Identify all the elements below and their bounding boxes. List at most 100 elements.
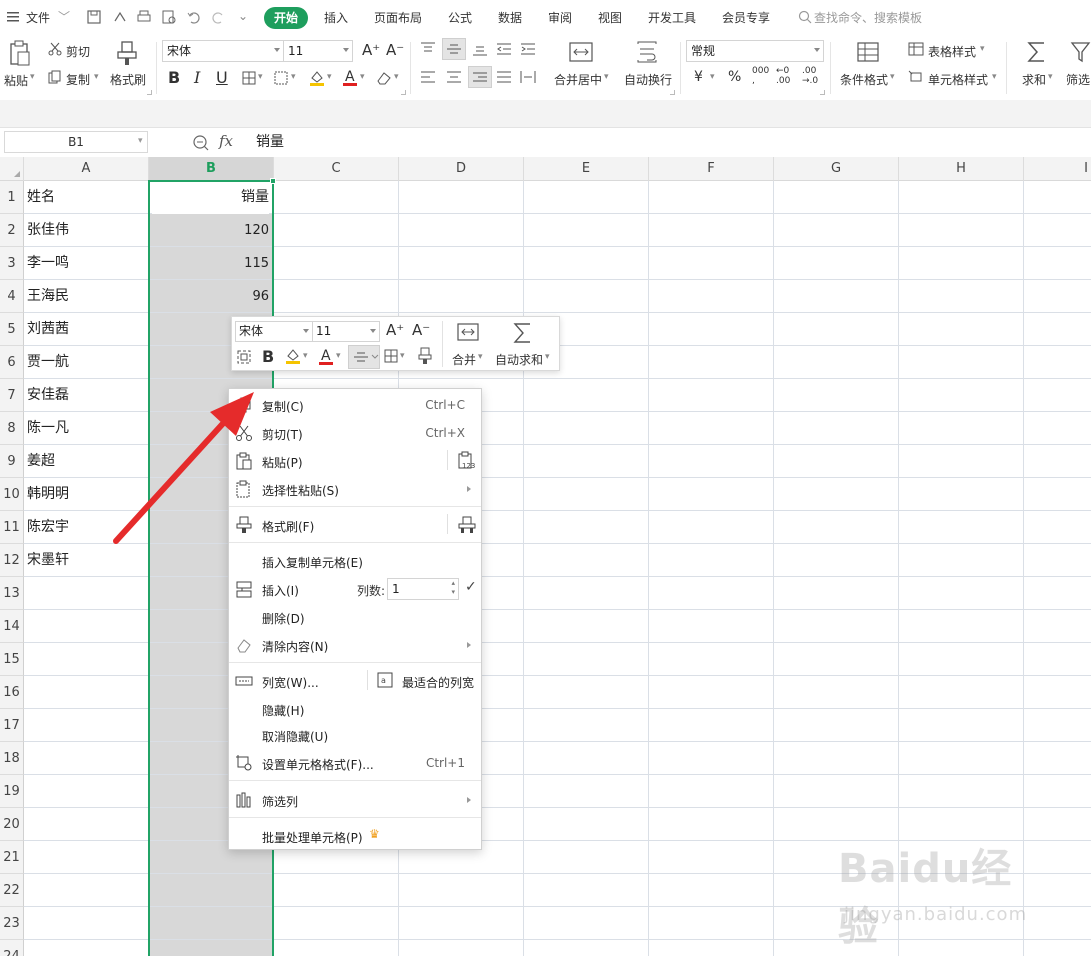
row-header[interactable]: 20 bbox=[0, 808, 24, 841]
merge-center-icon[interactable] bbox=[568, 40, 594, 64]
cell-a8[interactable]: 陈一凡 bbox=[27, 412, 69, 445]
row-header[interactable]: 3 bbox=[0, 247, 24, 280]
row-header[interactable]: 22 bbox=[0, 874, 24, 907]
paste-button[interactable]: 粘贴 bbox=[4, 72, 28, 89]
merge-dropdown-icon[interactable]: ▾ bbox=[604, 72, 609, 82]
align-left-icon[interactable] bbox=[420, 70, 436, 84]
mini-font-color-icon[interactable]: A bbox=[318, 347, 334, 367]
clear-dropdown-icon[interactable]: ▾ bbox=[394, 72, 399, 82]
mini-sum-icon[interactable] bbox=[512, 321, 534, 345]
tab-member[interactable]: 会员专享 bbox=[722, 9, 770, 26]
underline-icon[interactable]: U bbox=[216, 68, 228, 87]
bold-icon[interactable]: B bbox=[168, 68, 180, 87]
zoom-icon[interactable] bbox=[192, 134, 210, 152]
merge-center-button[interactable]: 合并居中 bbox=[554, 71, 602, 88]
percent-icon[interactable]: % bbox=[728, 69, 741, 85]
column-count-input[interactable]: 1 ▴ ▾ bbox=[387, 578, 459, 600]
row-header[interactable]: 13 bbox=[0, 577, 24, 610]
cell-a1[interactable]: 姓名 bbox=[27, 181, 55, 214]
share-icon[interactable] bbox=[112, 9, 128, 25]
decrease-font-icon[interactable]: A⁻ bbox=[386, 41, 404, 59]
column-header-i[interactable]: I bbox=[1024, 157, 1091, 181]
tab-home[interactable]: 开始 bbox=[264, 7, 308, 29]
menu-item-cut[interactable]: 剪切(T) Ctrl+X bbox=[229, 419, 481, 447]
font-color-dropdown-icon[interactable]: ▾ bbox=[360, 72, 365, 82]
eraser-icon[interactable] bbox=[376, 70, 392, 86]
menu-item-clear[interactable]: 清除内容(N) bbox=[229, 631, 481, 659]
row-header[interactable]: 16 bbox=[0, 676, 24, 709]
decrease-indent-icon[interactable] bbox=[496, 42, 512, 56]
cut-button[interactable]: 剪切 bbox=[66, 43, 90, 60]
font-size-select[interactable]: 11 bbox=[283, 40, 353, 62]
cell-a3[interactable]: 李一鸣 bbox=[27, 247, 69, 280]
row-header[interactable]: 17 bbox=[0, 709, 24, 742]
currency-dropdown-icon[interactable]: ▾ bbox=[710, 72, 715, 82]
row-header[interactable]: 12 bbox=[0, 544, 24, 577]
tab-formulas[interactable]: 公式 bbox=[448, 9, 472, 26]
menu-item-batch-process[interactable]: 批量处理单元格(P) ♛ bbox=[229, 822, 481, 850]
tab-page-layout[interactable]: 页面布局 bbox=[374, 9, 422, 26]
best-fit-button[interactable]: 最适合的列宽 bbox=[402, 674, 474, 691]
decrease-decimal-icon[interactable]: .00 →.0 bbox=[802, 66, 818, 86]
name-box[interactable]: B1 bbox=[4, 131, 148, 153]
print-preview-icon[interactable] bbox=[161, 9, 177, 25]
column-header-d[interactable]: D bbox=[399, 157, 524, 181]
row-header[interactable]: 18 bbox=[0, 742, 24, 775]
cell-a10[interactable]: 韩明明 bbox=[27, 478, 69, 511]
sum-button[interactable]: 求和 bbox=[1022, 71, 1046, 88]
menu-item-column-width[interactable]: 列宽(W)... a 最适合的列宽 bbox=[229, 667, 481, 695]
cell-style-icon[interactable] bbox=[908, 70, 924, 84]
mini-align-icon[interactable] bbox=[348, 345, 380, 369]
filter-icon[interactable] bbox=[1070, 40, 1091, 64]
menu-item-delete[interactable]: 删除(D) bbox=[229, 603, 481, 631]
mini-merge-icon[interactable] bbox=[456, 321, 480, 343]
font-color-icon[interactable]: A bbox=[342, 68, 358, 88]
table-style-button[interactable]: 表格样式 bbox=[928, 43, 976, 60]
column-header-e[interactable]: E bbox=[524, 157, 649, 181]
table-style-dropdown-icon[interactable]: ▾ bbox=[980, 44, 985, 54]
fill-color-icon[interactable] bbox=[308, 69, 326, 87]
row-header[interactable]: 8 bbox=[0, 412, 24, 445]
print-icon[interactable] bbox=[136, 9, 152, 25]
align-bottom-icon[interactable] bbox=[472, 42, 488, 56]
menu-item-format-cells[interactable]: 设置单元格格式(F)... Ctrl+1 bbox=[229, 749, 481, 777]
increase-decimal-icon[interactable]: ←0.00 bbox=[776, 66, 790, 86]
column-header-h[interactable]: H bbox=[899, 157, 1024, 181]
cell-a2[interactable]: 张佳伟 bbox=[27, 214, 69, 247]
row-header[interactable]: 11 bbox=[0, 511, 24, 544]
row-header[interactable]: 6 bbox=[0, 346, 24, 379]
column-header-f[interactable]: F bbox=[649, 157, 774, 181]
number-dialog-launcher[interactable] bbox=[820, 90, 825, 95]
italic-icon[interactable]: I bbox=[194, 68, 200, 87]
formula-input[interactable]: 销量 bbox=[256, 131, 284, 151]
align-middle-icon[interactable] bbox=[442, 38, 466, 60]
file-menu[interactable]: 文件 bbox=[26, 9, 50, 26]
align-center-icon[interactable] bbox=[446, 70, 462, 84]
row-header[interactable]: 2 bbox=[0, 214, 24, 247]
cell-a9[interactable]: 姜超 bbox=[27, 445, 55, 478]
paste-icon[interactable] bbox=[8, 40, 32, 68]
increase-indent-icon[interactable] bbox=[520, 42, 536, 56]
cell-a12[interactable]: 宋墨轩 bbox=[27, 544, 69, 577]
font-dialog-launcher[interactable] bbox=[401, 90, 406, 95]
name-box-dropdown-icon[interactable]: ▾ bbox=[138, 136, 143, 146]
cell-a5[interactable]: 刘茜茜 bbox=[27, 313, 69, 346]
column-header-g[interactable]: G bbox=[774, 157, 899, 181]
undo-icon[interactable] bbox=[186, 9, 202, 25]
tab-developer[interactable]: 开发工具 bbox=[648, 9, 696, 26]
cell-a6[interactable]: 贾一航 bbox=[27, 346, 69, 379]
confirm-check-icon[interactable]: ✓ bbox=[465, 579, 477, 595]
mini-border-dropdown-icon[interactable]: ▾ bbox=[400, 351, 405, 361]
currency-icon[interactable]: ¥ bbox=[694, 69, 703, 85]
copy-button[interactable]: 复制 bbox=[66, 71, 90, 88]
menu-item-unhide[interactable]: 取消隐藏(U) bbox=[229, 721, 481, 749]
row-header[interactable]: 7 bbox=[0, 379, 24, 412]
mini-merge-button[interactable]: 合并 bbox=[452, 351, 476, 368]
mini-font-color-dropdown-icon[interactable]: ▾ bbox=[336, 351, 341, 361]
row-header[interactable]: 23 bbox=[0, 907, 24, 940]
customize-icon[interactable]: ⌄ bbox=[238, 9, 248, 23]
font-name-select[interactable]: 宋体 bbox=[162, 40, 284, 62]
paste-dropdown-icon[interactable]: ▾ bbox=[30, 72, 35, 82]
mini-wrap-icon[interactable] bbox=[236, 349, 252, 365]
fill-color-dropdown-icon[interactable]: ▾ bbox=[327, 72, 332, 82]
